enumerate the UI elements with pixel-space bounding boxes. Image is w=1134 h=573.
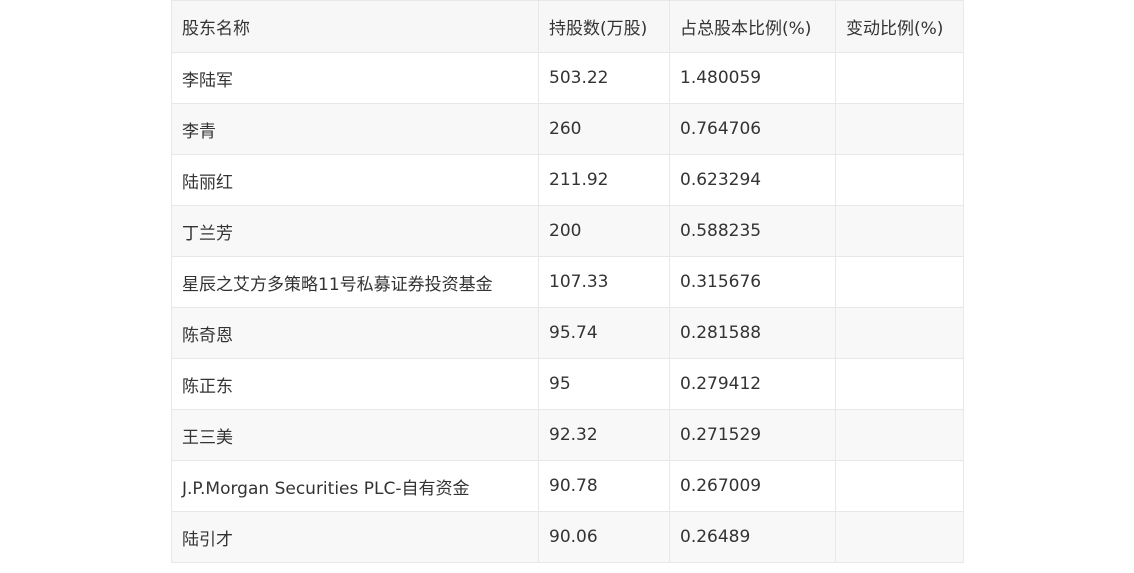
cell-shares: 260 <box>538 103 670 155</box>
cell-change <box>835 307 964 359</box>
cell-change <box>835 256 964 308</box>
cell-change <box>835 103 964 155</box>
table-row: 李青 260 0.764706 <box>171 103 964 155</box>
header-shareholder-name: 股东名称 <box>171 0 539 53</box>
cell-shareholder-name: 丁兰芳 <box>171 205 539 257</box>
cell-shares: 90.06 <box>538 511 670 563</box>
cell-change <box>835 52 964 104</box>
table-body: 李陆军 503.22 1.480059 李青 260 0.764706 陆丽红 … <box>171 52 964 563</box>
cell-shareholder-name: 李青 <box>171 103 539 155</box>
cell-ratio: 0.279412 <box>669 358 836 410</box>
cell-shareholder-name: 陈奇恩 <box>171 307 539 359</box>
table-row: 王三美 92.32 0.271529 <box>171 409 964 461</box>
cell-shareholder-name: 陈正东 <box>171 358 539 410</box>
cell-change <box>835 358 964 410</box>
shareholder-table-container: 股东名称 持股数(万股) 占总股本比例(%) 变动比例(%) 李陆军 503.2… <box>171 0 964 563</box>
header-change: 变动比例(%) <box>835 0 964 53</box>
cell-ratio: 0.26489 <box>669 511 836 563</box>
cell-shareholder-name: 李陆军 <box>171 52 539 104</box>
cell-change <box>835 409 964 461</box>
table-row: 陆引才 90.06 0.26489 <box>171 511 964 563</box>
cell-ratio: 0.271529 <box>669 409 836 461</box>
table-row: 李陆军 503.22 1.480059 <box>171 52 964 104</box>
table-row: 陆丽红 211.92 0.623294 <box>171 154 964 206</box>
cell-shares: 211.92 <box>538 154 670 206</box>
cell-shares: 200 <box>538 205 670 257</box>
cell-shareholder-name: 王三美 <box>171 409 539 461</box>
cell-shareholder-name: 陆丽红 <box>171 154 539 206</box>
cell-change <box>835 511 964 563</box>
cell-ratio: 1.480059 <box>669 52 836 104</box>
cell-ratio: 0.764706 <box>669 103 836 155</box>
cell-shares: 95 <box>538 358 670 410</box>
cell-shareholder-name: 陆引才 <box>171 511 539 563</box>
header-shares: 持股数(万股) <box>538 0 670 53</box>
header-row: 股东名称 持股数(万股) 占总股本比例(%) 变动比例(%) <box>171 0 964 53</box>
table-row: 星辰之艾方多策略11号私募证券投资基金 107.33 0.315676 <box>171 256 964 308</box>
cell-shareholder-name: 星辰之艾方多策略11号私募证券投资基金 <box>171 256 539 308</box>
cell-shares: 92.32 <box>538 409 670 461</box>
shareholder-table: 股东名称 持股数(万股) 占总股本比例(%) 变动比例(%) 李陆军 503.2… <box>171 0 964 563</box>
table-row: J.P.Morgan Securities PLC-自有资金 90.78 0.2… <box>171 460 964 512</box>
cell-ratio: 0.315676 <box>669 256 836 308</box>
cell-change <box>835 205 964 257</box>
cell-ratio: 0.623294 <box>669 154 836 206</box>
cell-shares: 90.78 <box>538 460 670 512</box>
cell-ratio: 0.267009 <box>669 460 836 512</box>
table-row: 陈奇恩 95.74 0.281588 <box>171 307 964 359</box>
cell-shares: 95.74 <box>538 307 670 359</box>
table-row: 丁兰芳 200 0.588235 <box>171 205 964 257</box>
header-ratio: 占总股本比例(%) <box>669 0 836 53</box>
cell-shareholder-name: J.P.Morgan Securities PLC-自有资金 <box>171 460 539 512</box>
cell-change <box>835 460 964 512</box>
table-header: 股东名称 持股数(万股) 占总股本比例(%) 变动比例(%) <box>171 0 964 53</box>
table-row: 陈正东 95 0.279412 <box>171 358 964 410</box>
cell-ratio: 0.281588 <box>669 307 836 359</box>
cell-ratio: 0.588235 <box>669 205 836 257</box>
cell-shares: 107.33 <box>538 256 670 308</box>
cell-shares: 503.22 <box>538 52 670 104</box>
cell-change <box>835 154 964 206</box>
